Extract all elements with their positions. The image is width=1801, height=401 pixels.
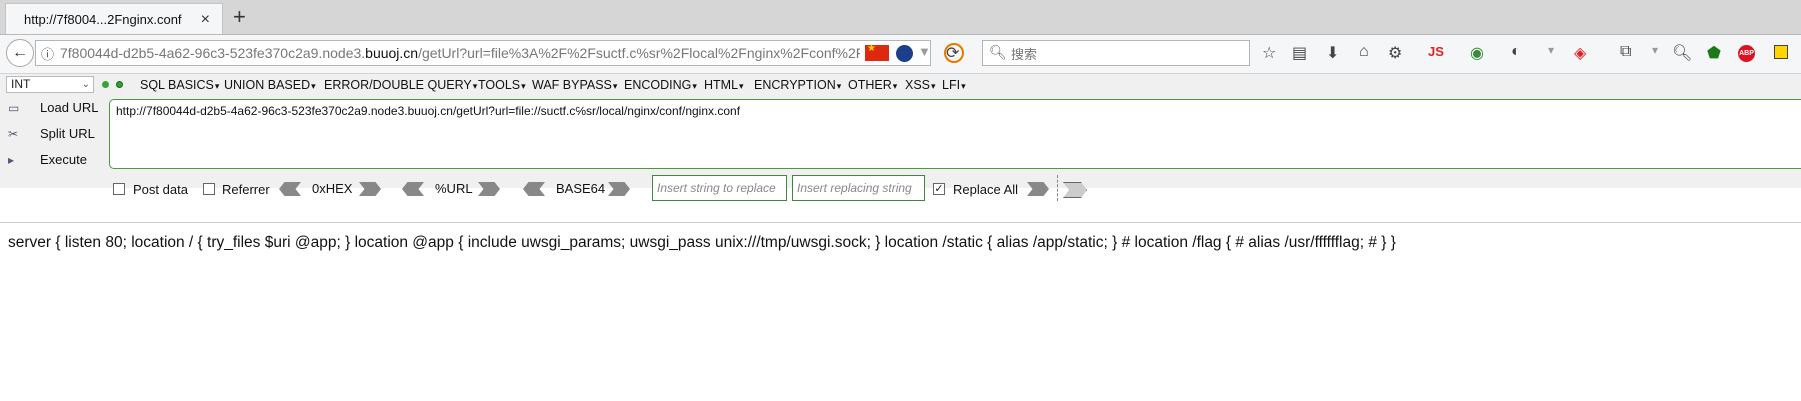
- split-url-button[interactable]: ✂ Split URL: [8, 126, 95, 141]
- menu-html[interactable]: HTML: [704, 78, 744, 92]
- js-toggle-icon[interactable]: JS: [1428, 44, 1444, 59]
- navigation-bar: ← ⓘ 7f80044d-d2b5-4a62-96c3-523fe370c2a9…: [0, 35, 1801, 74]
- execute-button[interactable]: ▸ Execute: [8, 152, 87, 167]
- type-select[interactable]: INT ⌄: [6, 76, 94, 93]
- post-data-checkbox[interactable]: [113, 183, 125, 195]
- gear-addon-icon[interactable]: ⚙: [1388, 43, 1402, 63]
- menu-error-double-query[interactable]: ERROR/DOUBLE QUERY: [324, 78, 477, 92]
- menu-lfi[interactable]: LFI: [942, 78, 966, 92]
- bookmark-star-icon[interactable]: ☆: [1262, 43, 1276, 63]
- load-url-icon: ▭: [8, 101, 20, 115]
- replace-all-checkbox[interactable]: ✓: [933, 183, 945, 195]
- address-bar[interactable]: ⓘ 7f80044d-d2b5-4a62-96c3-523fe370c2a9.n…: [35, 40, 959, 66]
- addon-red-icon[interactable]: ◈: [1574, 43, 1586, 63]
- chevron-down-icon[interactable]: ▾: [1652, 43, 1658, 57]
- menu-encoding[interactable]: ENCODING: [624, 78, 697, 92]
- chevron-down-icon[interactable]: ▾: [1548, 43, 1554, 57]
- url-encode-label: %URL: [435, 181, 473, 196]
- clipboard-icon[interactable]: ⧉: [1620, 43, 1631, 61]
- url-textarea[interactable]: http://7f80044d-d2b5-4a62-96c3-523fe370c…: [109, 99, 1801, 169]
- reading-list-icon[interactable]: ▤: [1292, 43, 1307, 63]
- post-data-label: Post data: [133, 182, 188, 197]
- close-tab-icon[interactable]: ×: [201, 11, 210, 29]
- menu-waf-bypass[interactable]: WAF BYPASS: [532, 78, 617, 92]
- hex-label: 0xHEX: [312, 181, 353, 196]
- tab-title: http://7f8004...2Fnginx.conf: [24, 12, 182, 27]
- replacing-string-input[interactable]: [792, 175, 925, 201]
- menu-tools[interactable]: TOOLS: [478, 78, 526, 92]
- referrer-label: Referrer: [222, 182, 270, 197]
- addon-icon[interactable]: ◉: [1470, 43, 1484, 63]
- load-url-button[interactable]: ▭ Load URL: [8, 100, 99, 115]
- toggle-dot-icon[interactable]: [116, 81, 123, 88]
- palette-icon[interactable]: ◐: [1511, 43, 1521, 61]
- menu-encryption[interactable]: ENCRYPTION: [754, 78, 841, 92]
- adblock-plus-icon[interactable]: ABP: [1738, 45, 1755, 62]
- play-icon: ▸: [8, 153, 15, 167]
- base64-label: BASE64: [556, 181, 606, 196]
- china-flag-icon[interactable]: [865, 43, 889, 61]
- page-content: server { listen 80; location / { try_fil…: [8, 234, 1396, 251]
- menu-sql-basics[interactable]: SQL BASICS: [140, 78, 219, 92]
- split-url-label: Split URL: [40, 126, 95, 141]
- back-button[interactable]: ←: [6, 39, 34, 67]
- url-prefix: 7f80044d-d2b5-4a62-96c3-523fe370c2a9.nod…: [60, 45, 366, 61]
- zoom-icon[interactable]: 🔍︎: [1672, 43, 1692, 63]
- menu-other[interactable]: OTHER: [848, 78, 897, 92]
- home-icon[interactable]: ⌂: [1359, 43, 1369, 61]
- download-icon[interactable]: ⬇: [1326, 43, 1339, 63]
- search-icon: 🔍︎: [989, 44, 1007, 60]
- browser-tab[interactable]: http://7f8004...2Fnginx.conf ×: [5, 3, 223, 34]
- extension-icon[interactable]: [1774, 45, 1788, 59]
- tab-strip: http://7f8004...2Fnginx.conf × +: [0, 0, 1801, 35]
- url-suffix: /getUrl?url=file%3A%2F%2Fsuctf.c%sr%2Flo…: [418, 45, 860, 61]
- search-box[interactable]: 🔍︎: [982, 40, 1250, 66]
- shield-icon[interactable]: ⬟: [1707, 43, 1721, 63]
- url-domain: buuoj.cn: [365, 45, 419, 61]
- chevron-down-icon[interactable]: ▼: [918, 44, 931, 59]
- replace-all-label: Replace All: [953, 182, 1019, 197]
- globe-icon[interactable]: [896, 45, 913, 62]
- insert-string-input[interactable]: [652, 175, 787, 201]
- noscript-icon[interactable]: [944, 43, 964, 63]
- url-text[interactable]: 7f80044d-d2b5-4a62-96c3-523fe370c2a9.nod…: [60, 45, 860, 61]
- menu-union-based[interactable]: UNION BASED: [224, 78, 316, 92]
- chevron-down-icon: ⌄: [81, 79, 90, 90]
- hackbar-menu: INT ⌄ SQL BASICS UNION BASED ERROR/DOUBL…: [0, 74, 1801, 96]
- menu-xss[interactable]: XSS: [905, 78, 936, 92]
- search-input[interactable]: [1009, 43, 1243, 65]
- execute-label: Execute: [40, 152, 87, 167]
- enable-dot-icon[interactable]: [102, 81, 109, 88]
- load-url-label: Load URL: [40, 100, 99, 115]
- referrer-checkbox[interactable]: [203, 183, 215, 195]
- new-tab-button[interactable]: +: [233, 4, 246, 30]
- scissors-icon: ✂: [8, 127, 19, 141]
- info-icon[interactable]: ⓘ: [41, 44, 54, 63]
- separator: [1057, 175, 1058, 201]
- hackbar-bottom-border: [0, 222, 1801, 223]
- type-select-value: INT: [11, 77, 31, 91]
